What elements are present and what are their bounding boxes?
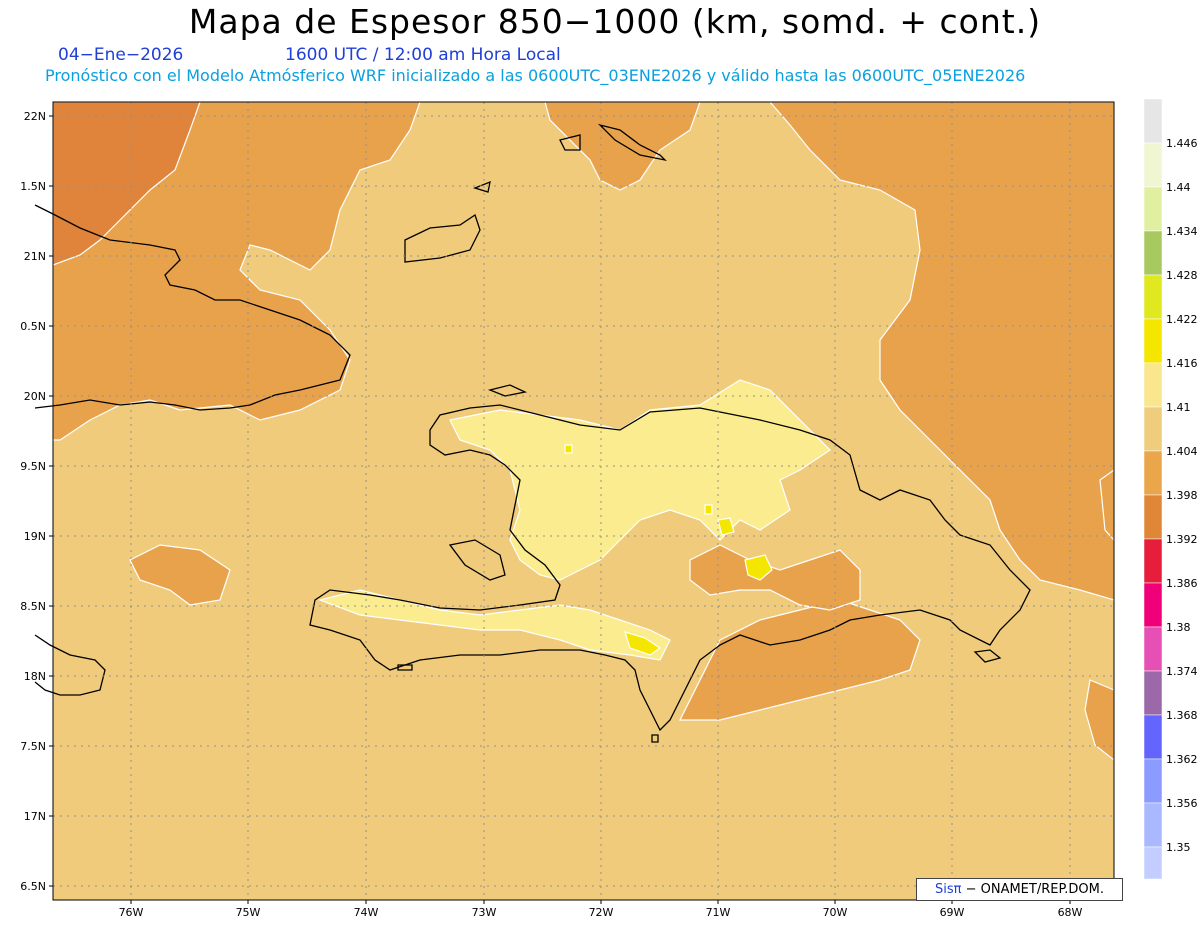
colorbar-swatch: [1143, 802, 1163, 848]
colorbar-swatch: [1143, 186, 1163, 232]
colorbar-label: 1.374: [1166, 665, 1198, 678]
credit-text: − ONAMET/REP.DOM.: [961, 882, 1104, 897]
colorbar-label: 1.44: [1166, 181, 1191, 194]
colorbar-swatch: [1143, 362, 1163, 408]
colorbar-swatch: [1143, 846, 1163, 880]
colorbar-label: 1.398: [1166, 489, 1198, 502]
lat-label: 21N: [24, 250, 46, 263]
colorbar-swatch: [1143, 274, 1163, 320]
credit-box: Sisπ − ONAMET/REP.DOM.: [916, 878, 1123, 901]
lon-label: 74W: [354, 906, 379, 919]
colorbar-label: 1.362: [1166, 753, 1198, 766]
lat-label: 17N: [24, 810, 46, 823]
colorbar-label: 1.386: [1166, 577, 1198, 590]
colorbar-label: 1.446: [1166, 137, 1198, 150]
colorbar-label: 1.38: [1166, 621, 1191, 634]
colorbar-swatch: [1143, 494, 1163, 540]
lon-label: 72W: [589, 906, 614, 919]
colorbar-swatch: [1143, 626, 1163, 672]
colorbar-swatch: [1143, 670, 1163, 716]
colorbar-label: 1.35: [1166, 841, 1191, 854]
lat-label: 8.5N: [20, 600, 46, 613]
lat-label: 20N: [24, 390, 46, 403]
colorbar-label: 1.434: [1166, 225, 1198, 238]
colorbar-swatch: [1143, 406, 1163, 452]
colorbar-swatch: [1143, 450, 1163, 496]
colorbar-swatch: [1143, 98, 1163, 144]
thickness-map: 22N 1.5N 21N 0.5N 20N 9.5N 19N 8.5N 18N 7.5N 17N 6.…: [20, 98, 1198, 919]
lat-label: 19N: [24, 530, 46, 543]
colorbar-swatch: [1143, 714, 1163, 760]
lat-label: 1.5N: [20, 180, 46, 193]
colorbar-label: 1.368: [1166, 709, 1198, 722]
colorbar-swatch: [1143, 142, 1163, 188]
colorbar-swatch: [1143, 758, 1163, 804]
lon-label: 68W: [1058, 906, 1083, 919]
lat-label: 22N: [24, 110, 46, 123]
colorbar-label: 1.428: [1166, 269, 1198, 282]
colorbar-swatch: [1143, 230, 1163, 276]
lat-label: 6.5N: [20, 880, 46, 893]
lon-label: 70W: [823, 906, 848, 919]
colorbar-swatch: [1143, 582, 1163, 628]
lat-label: 7.5N: [20, 740, 46, 753]
colorbar-label: 1.404: [1166, 445, 1198, 458]
fill-1416-e: [564, 444, 573, 454]
fill-1416-d: [704, 504, 713, 515]
credit-sis: Sis: [934, 882, 954, 897]
lat-label: 9.5N: [20, 460, 46, 473]
colorbar-label: 1.392: [1166, 533, 1198, 546]
colorbar: 1.446 1.44 1.434 1.428 1.422 1.416 1.41 1.404 1.…: [1143, 98, 1198, 880]
lat-label: 0.5N: [20, 320, 46, 333]
colorbar-label: 1.422: [1166, 313, 1198, 326]
colorbar-label: 1.356: [1166, 797, 1198, 810]
lon-label: 75W: [236, 906, 261, 919]
lon-label: 71W: [706, 906, 731, 919]
colorbar-swatch: [1143, 318, 1163, 364]
colorbar-swatch: [1143, 538, 1163, 584]
lon-label: 69W: [940, 906, 965, 919]
colorbar-label: 1.41: [1166, 401, 1191, 414]
lon-label: 76W: [119, 906, 144, 919]
lon-label: 73W: [472, 906, 497, 919]
colorbar-label: 1.416: [1166, 357, 1198, 370]
lat-label: 18N: [24, 670, 46, 683]
